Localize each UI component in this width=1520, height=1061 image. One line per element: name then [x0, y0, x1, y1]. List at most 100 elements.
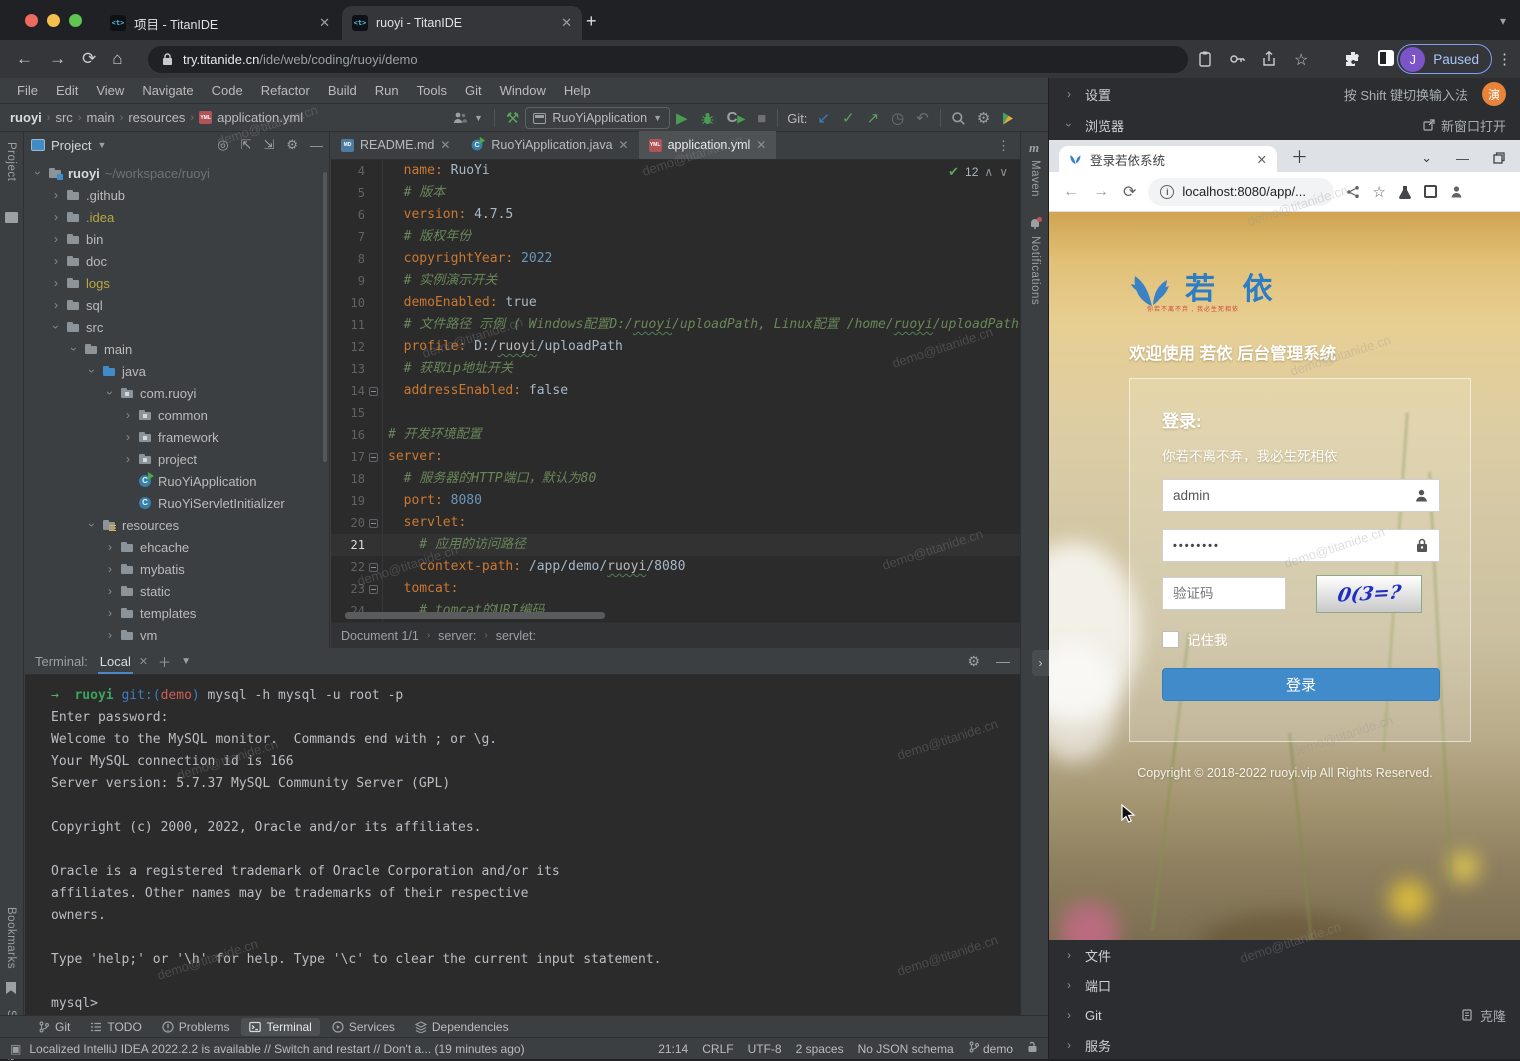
menu-build[interactable]: Build: [319, 83, 366, 98]
tree-item-ruoyi[interactable]: ›ruoyi ~/workspace/ruoyi: [25, 162, 329, 184]
embedded-minimize-icon[interactable]: —: [1456, 151, 1469, 166]
menu-refactor[interactable]: Refactor: [252, 83, 319, 98]
chevron-right-icon[interactable]: ›: [105, 562, 115, 576]
browser-tab-project[interactable]: <t> 项目 - TitanIDE ✕: [100, 6, 340, 40]
project-stripe-icon[interactable]: [5, 212, 18, 223]
dropdown-arrow-icon[interactable]: ▼: [474, 111, 483, 126]
close-tab-icon[interactable]: ✕: [440, 138, 450, 152]
chevron-down-icon[interactable]: ›: [31, 168, 45, 178]
section-row-文件[interactable]: ›文件: [1049, 940, 1520, 970]
code-line-13[interactable]: 13 # 获取ip地址开关: [331, 358, 1020, 380]
profiler-icon[interactable]: C▶: [727, 110, 746, 127]
open-new-window-label[interactable]: 新窗口打开: [1441, 116, 1506, 135]
tree-item-resources[interactable]: ›resources: [25, 514, 329, 536]
toolwindow-git[interactable]: Git: [30, 1018, 78, 1036]
captcha-field[interactable]: [1162, 577, 1286, 610]
project-scrollbar[interactable]: [323, 172, 327, 462]
side-panel-icon[interactable]: [1378, 50, 1394, 66]
embedded-share-icon[interactable]: [1346, 185, 1360, 199]
code-line-15[interactable]: 15: [331, 402, 1020, 424]
minimize-window-button[interactable]: [47, 14, 60, 27]
menu-edit[interactable]: Edit: [47, 83, 87, 98]
embedded-browser-tab[interactable]: 登录若依系统 ✕: [1059, 146, 1277, 172]
open-new-window-icon[interactable]: [1423, 119, 1435, 131]
browser-row[interactable]: › 浏览器 新窗口打开: [1049, 110, 1520, 140]
build-hammer-icon[interactable]: ⚒: [506, 111, 519, 126]
settings-row[interactable]: › 设置 按 Shift 键切换输入法 演: [1049, 78, 1520, 110]
new-tab-button[interactable]: +: [586, 12, 597, 30]
address-bar[interactable]: try.titanide.cn/ide/web/coding/ruoyi/dem…: [148, 46, 1188, 73]
code-line-7[interactable]: 7 # 版权年份: [331, 226, 1020, 248]
toolwindow-terminal[interactable]: Terminal: [241, 1018, 319, 1036]
code-line-9[interactable]: 9 # 实例演示开关: [331, 270, 1020, 292]
terminal-dropdown-icon[interactable]: ▼: [181, 656, 191, 667]
code-line-22[interactable]: 22 context-path: /app/demo/ruoyi/8080: [331, 556, 1020, 578]
run-icon[interactable]: ▶: [676, 111, 688, 126]
remember-me-checkbox[interactable]: [1162, 631, 1179, 648]
close-terminal-tab-icon[interactable]: ✕: [139, 655, 148, 668]
tab-panel-extension-icon[interactable]: [1424, 185, 1437, 198]
flask-extension-icon[interactable]: [1398, 185, 1412, 199]
embedded-profile-icon[interactable]: [1449, 184, 1464, 199]
share-icon[interactable]: [1260, 50, 1278, 68]
menu-git[interactable]: Git: [456, 83, 491, 98]
embedded-reload-icon[interactable]: ⟳: [1123, 182, 1136, 202]
fold-icon[interactable]: [369, 585, 378, 594]
bookmarks-stripe-icon[interactable]: [6, 982, 16, 994]
run-configuration-select[interactable]: RuoYiApplication ▼: [525, 107, 670, 129]
chevron-down-icon[interactable]: ›: [67, 344, 81, 354]
breadcrumb[interactable]: ruoyi›src›main›resources›YMLapplication.…: [0, 110, 303, 125]
back-icon[interactable]: ←: [16, 49, 33, 69]
window-icon[interactable]: ▣: [10, 1042, 21, 1056]
tree-item-.github[interactable]: ›.github: [25, 184, 329, 206]
browser-tab-ruoyi[interactable]: <t> ruoyi - TitanIDE ✕: [342, 6, 582, 40]
breadcrumb-item[interactable]: main: [86, 110, 114, 125]
new-terminal-icon[interactable]: ＋: [158, 652, 171, 671]
toolwindow-services[interactable]: Services: [324, 1018, 403, 1036]
status-item[interactable]: 21:14: [658, 1042, 688, 1056]
code-line-4[interactable]: 4 name: RuoYi: [331, 160, 1020, 182]
code-line-17[interactable]: 17server:: [331, 446, 1020, 468]
tree-item-sql[interactable]: ›sql: [25, 294, 329, 316]
section-row-服务[interactable]: ›服务: [1049, 1030, 1520, 1060]
captcha-input[interactable]: [1173, 586, 1297, 601]
menu-code[interactable]: Code: [203, 83, 252, 98]
editor-hscrollbar[interactable]: [345, 612, 605, 619]
tab-search-icon[interactable]: ▾: [1500, 14, 1506, 28]
hide-panel-icon[interactable]: —: [310, 138, 323, 153]
fold-marker[interactable]: [365, 387, 382, 396]
fold-marker[interactable]: [365, 585, 382, 594]
inspections-widget[interactable]: ✔ 12 ∧ ∨: [948, 164, 1008, 180]
fold-icon[interactable]: [369, 519, 378, 528]
username-input[interactable]: [1173, 488, 1414, 503]
breadcrumb-item[interactable]: application.yml: [217, 110, 303, 125]
embedded-bookmark-icon[interactable]: ☆: [1372, 183, 1385, 201]
code-line-14[interactable]: 14 addressEnabled: false: [331, 380, 1020, 402]
ime-badge[interactable]: 演: [1482, 82, 1506, 106]
profile-paused-pill[interactable]: J Paused: [1397, 44, 1492, 74]
tree-item-mybatis[interactable]: ›mybatis: [25, 558, 329, 580]
close-tab-icon[interactable]: ✕: [561, 15, 572, 31]
git-push-icon[interactable]: ↗: [867, 111, 880, 126]
editor-breadcrumb-bar[interactable]: Document 1/1 › server: › servlet:: [331, 622, 1020, 648]
code-line-5[interactable]: 5 # 版本: [331, 182, 1020, 204]
chevron-right-icon[interactable]: ›: [123, 452, 133, 466]
code-line-11[interactable]: 11 # 文件路径 示例 ( Windows配置D:/ruoyi/uploadP…: [331, 314, 1020, 336]
stripe-maven-label[interactable]: Maven: [1029, 160, 1041, 197]
breadcrumb-item[interactable]: ruoyi: [10, 110, 42, 125]
ide-features-icon[interactable]: [1000, 111, 1015, 126]
code-line-19[interactable]: 19 port: 8080: [331, 490, 1020, 512]
section-row-git[interactable]: ›Git克隆: [1049, 1000, 1520, 1030]
tree-item-ruoyiservletinitializer[interactable]: RuoYiServletInitializer: [25, 492, 329, 514]
chevron-right-icon[interactable]: ›: [123, 408, 133, 422]
stripe-notifications-label[interactable]: Notifications: [1029, 236, 1041, 305]
terminal-settings-icon[interactable]: ⚙: [967, 653, 980, 670]
menu-file[interactable]: File: [8, 83, 47, 98]
embedded-forward-icon[interactable]: →: [1093, 183, 1109, 201]
embedded-back-icon[interactable]: ←: [1063, 183, 1079, 201]
code-line-10[interactable]: 10 demoEnabled: true: [331, 292, 1020, 314]
menu-window[interactable]: Window: [491, 83, 555, 98]
chevron-right-icon[interactable]: ›: [51, 232, 61, 246]
stripe-bookmarks-label[interactable]: Bookmarks: [5, 907, 17, 969]
tree-item-ruoyiapplication[interactable]: RuoYiApplication: [25, 470, 329, 492]
